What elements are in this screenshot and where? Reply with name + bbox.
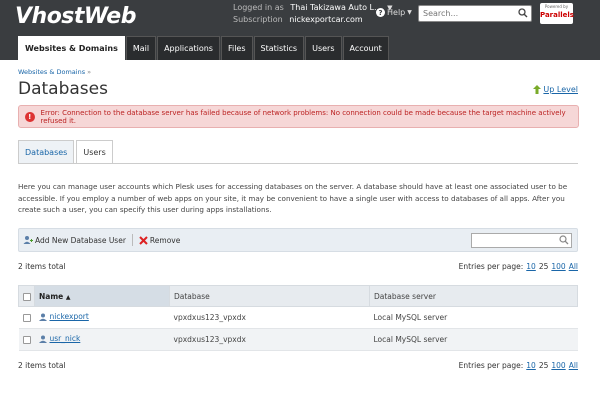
per-page-25: 25 xyxy=(538,361,549,370)
up-level-link[interactable]: Up Level xyxy=(533,85,578,94)
select-all-checkbox[interactable] xyxy=(23,292,31,301)
per-page-10[interactable]: 10 xyxy=(526,361,536,370)
per-page-25: 25 xyxy=(538,262,549,271)
top-header: VhostWeb Logged in as Thai Takizawa Auto… xyxy=(0,0,600,60)
pagination-bottom: Entries per page: 10 25 100 All xyxy=(459,361,578,370)
items-total: 2 items total xyxy=(18,262,66,271)
per-page-100[interactable]: 100 xyxy=(551,361,565,370)
users-table: Name ▲ Database Database server nickexpo… xyxy=(18,285,578,351)
column-database-server[interactable]: Database server xyxy=(369,285,578,307)
page-title: Databases xyxy=(18,79,108,99)
main-nav: Websites & Domains Mail Applications Fil… xyxy=(18,36,390,60)
help-menu[interactable]: ? Help ▼ xyxy=(376,8,412,17)
chevron-down-icon: ▼ xyxy=(407,9,412,16)
entries-per-page-label: Entries per page: xyxy=(458,361,524,370)
tab-db-users[interactable]: Users xyxy=(76,140,113,164)
error-message: ! Error: Connection to the database serv… xyxy=(18,105,579,128)
select-all-cell xyxy=(18,285,35,307)
subscription-label: Subscription xyxy=(233,15,283,24)
add-database-user-button[interactable]: Add New Database User xyxy=(23,235,126,245)
breadcrumb: Websites & Domains» xyxy=(18,68,91,76)
row-checkbox[interactable] xyxy=(22,336,31,344)
user-icon xyxy=(38,313,47,321)
per-page-10[interactable]: 10 xyxy=(526,262,536,271)
error-icon: ! xyxy=(25,111,35,122)
cell-server: Local MySQL server xyxy=(369,328,578,351)
cell-server: Local MySQL server xyxy=(369,306,578,329)
error-text: Error: Connection to the database server… xyxy=(40,108,566,125)
up-arrow-icon xyxy=(533,85,542,94)
user-link[interactable]: usr_nick xyxy=(38,334,80,343)
per-page-all[interactable]: All xyxy=(569,262,578,271)
subscription-value[interactable]: nickexportcar.com xyxy=(289,15,362,24)
row-checkbox[interactable] xyxy=(22,314,31,322)
list-toolbar: Add New Database User Remove xyxy=(18,228,578,252)
divider xyxy=(18,163,578,164)
tab-account[interactable]: Account xyxy=(342,36,389,60)
table-row: nickexport vpxdxus123_vpxdx Local MySQL … xyxy=(18,306,578,329)
remove-label: Remove xyxy=(149,235,181,245)
tab-files[interactable]: Files xyxy=(220,36,253,60)
toolbar-separator xyxy=(131,234,133,246)
tab-applications[interactable]: Applications xyxy=(157,36,220,60)
user-icon xyxy=(38,335,47,343)
table-header: Name ▲ Database Database server xyxy=(18,285,578,307)
tab-users[interactable]: Users xyxy=(305,36,342,60)
help-icon: ? xyxy=(376,8,385,17)
table-row: usr_nick vpxdxus123_vpxdx Local MySQL se… xyxy=(18,328,578,351)
add-user-icon xyxy=(23,236,33,244)
pagination-top: Entries per page: 10 25 100 All xyxy=(459,262,578,271)
tab-databases[interactable]: Databases xyxy=(18,140,75,164)
logged-in-label: Logged in as xyxy=(233,3,284,12)
search-icon[interactable] xyxy=(518,8,528,18)
list-search-input[interactable] xyxy=(472,234,558,247)
items-total-bottom: 2 items total xyxy=(18,361,66,370)
remove-button[interactable]: Remove xyxy=(139,236,180,245)
page-description: Here you can manage user accounts which … xyxy=(18,182,568,214)
sub-tabs: Databases Users xyxy=(18,140,115,164)
tab-mail[interactable]: Mail xyxy=(125,36,157,60)
global-search xyxy=(418,5,532,22)
up-level-label: Up Level xyxy=(543,85,578,94)
column-database[interactable]: Database xyxy=(169,285,370,307)
cell-database: vpxdxus123_vpxdx xyxy=(169,328,370,351)
tab-websites-domains[interactable]: Websites & Domains xyxy=(18,36,125,60)
remove-icon xyxy=(139,235,148,245)
tab-statistics[interactable]: Statistics xyxy=(253,36,305,60)
breadcrumb-link[interactable]: Websites & Domains xyxy=(18,68,85,76)
sort-ascending-icon: ▲ xyxy=(65,293,71,301)
global-search-input[interactable] xyxy=(419,6,515,21)
search-icon[interactable] xyxy=(559,235,569,245)
parallels-logo: Powered by Parallels xyxy=(540,3,574,24)
user-link[interactable]: nickexport xyxy=(38,312,89,321)
cell-database: vpxdxus123_vpxdx xyxy=(169,306,370,329)
add-database-user-label: Add New Database User xyxy=(35,235,126,245)
entries-per-page-label: Entries per page: xyxy=(458,262,524,271)
logo[interactable]: VhostWeb xyxy=(15,4,136,29)
list-search xyxy=(471,233,572,248)
help-label: Help xyxy=(387,8,406,17)
column-name[interactable]: Name ▲ xyxy=(34,285,170,307)
logged-in-user[interactable]: Thai Takizawa Auto L... xyxy=(290,3,381,12)
per-page-all[interactable]: All xyxy=(569,361,578,370)
per-page-100[interactable]: 100 xyxy=(551,262,565,271)
breadcrumb-separator: » xyxy=(87,68,92,76)
user-info: Logged in as Thai Takizawa Auto L... ▼ S… xyxy=(233,2,393,26)
